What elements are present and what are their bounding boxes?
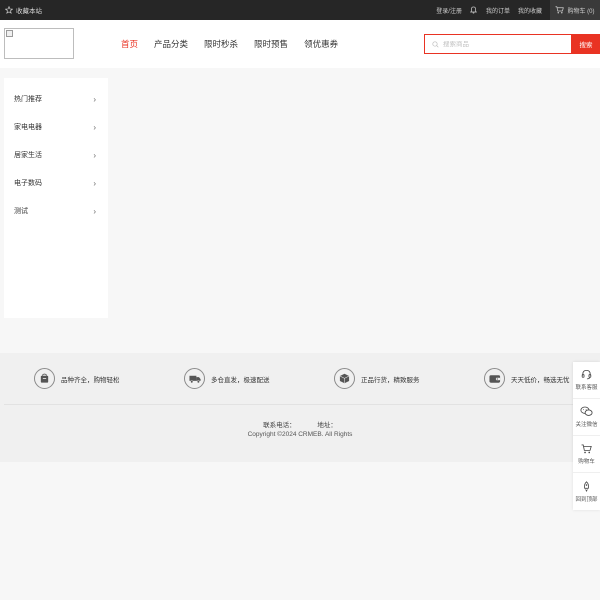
category-label: 居家生活 bbox=[14, 152, 42, 159]
contact-address-label: 地址： bbox=[317, 422, 337, 429]
box-icon bbox=[334, 368, 355, 389]
wechat-icon bbox=[580, 406, 593, 416]
float-cart-button[interactable]: 购物车 bbox=[573, 436, 600, 473]
search-box bbox=[424, 34, 572, 54]
top-links: 登录/注册 我的订单 我的收藏 购物车 (0) bbox=[436, 0, 600, 20]
favorite-site-label: 收藏本站 bbox=[16, 8, 42, 15]
chevron-right-icon: › bbox=[93, 122, 96, 132]
my-orders-link[interactable]: 我的订单 bbox=[486, 6, 510, 15]
headset-icon bbox=[581, 369, 592, 380]
chevron-right-icon: › bbox=[93, 178, 96, 188]
search-button[interactable]: 搜索 bbox=[572, 34, 600, 54]
footer-contact: 联系电话： 地址： bbox=[0, 419, 600, 429]
follow-wechat-button[interactable]: 关注微信 bbox=[573, 399, 600, 436]
service-label: 天天低价，畅选无忧 bbox=[511, 376, 570, 384]
customer-service-button[interactable]: 联系客服 bbox=[573, 362, 600, 399]
floating-toolbar: 联系客服 关注微信 购物车 回到顶部 bbox=[573, 362, 600, 510]
nav-item-categories[interactable]: 产品分类 bbox=[154, 38, 188, 50]
star-icon bbox=[5, 6, 13, 14]
float-label: 回到顶部 bbox=[575, 496, 598, 503]
service-item: 天天低价，畅选无忧 bbox=[484, 368, 570, 389]
copyright-text: Copyright ©2024 CRMEB. All Rights bbox=[247, 431, 353, 438]
search-input[interactable] bbox=[443, 40, 563, 48]
nav-item-home[interactable]: 首页 bbox=[121, 38, 138, 50]
broken-image-icon bbox=[6, 30, 13, 37]
category-sidebar: 热门推荐 › 家电电器 › 居家生活 › 电子数码 › 测试 › bbox=[4, 78, 108, 318]
cart-icon bbox=[555, 6, 565, 14]
category-item-hot[interactable]: 热门推荐 › bbox=[4, 85, 108, 113]
float-label: 购物车 bbox=[578, 458, 595, 465]
category-label: 家电电器 bbox=[14, 124, 42, 131]
service-label: 正品行货，精致服务 bbox=[361, 376, 420, 384]
rocket-icon bbox=[584, 480, 589, 492]
chevron-right-icon: › bbox=[93, 94, 96, 104]
my-collection-link[interactable]: 我的收藏 bbox=[518, 6, 542, 15]
nav-item-flash-sale[interactable]: 限时秒杀 bbox=[204, 38, 238, 50]
footer: 联系电话： 地址： Copyright ©2024 CRMEB. All Rig… bbox=[0, 405, 600, 462]
chevron-right-icon: › bbox=[93, 150, 96, 160]
category-item-test[interactable]: 测试 › bbox=[4, 197, 108, 225]
top-bar: 收藏本站 登录/注册 我的订单 我的收藏 购物车 (0) bbox=[0, 0, 600, 20]
service-guarantees: 品种齐全，购物轻松 多仓直发，极速配送 正品行货，精致服务 天天低价，畅选无忧 bbox=[0, 353, 600, 405]
service-item: 多仓直发，极速配送 bbox=[184, 368, 270, 389]
float-label: 联系客服 bbox=[575, 385, 598, 391]
category-label: 测试 bbox=[14, 208, 28, 215]
service-label: 品种齐全，购物轻松 bbox=[61, 376, 120, 384]
category-item-home-living[interactable]: 居家生活 › bbox=[4, 141, 108, 169]
site-logo[interactable] bbox=[4, 28, 74, 59]
notification-bell-icon[interactable] bbox=[469, 6, 477, 14]
category-item-appliances[interactable]: 家电电器 › bbox=[4, 113, 108, 141]
service-label: 多仓直发，极速配送 bbox=[211, 376, 270, 384]
contact-phone-label: 联系电话： bbox=[263, 422, 296, 429]
category-item-electronics[interactable]: 电子数码 › bbox=[4, 169, 108, 197]
chevron-right-icon: › bbox=[93, 206, 96, 216]
back-to-top-button[interactable]: 回到顶部 bbox=[573, 473, 600, 510]
service-item: 正品行货，精致服务 bbox=[334, 368, 420, 389]
category-label: 热门推荐 bbox=[14, 96, 42, 103]
category-label: 电子数码 bbox=[14, 180, 42, 187]
bag-icon bbox=[34, 368, 55, 389]
wallet-icon bbox=[484, 368, 505, 389]
login-register-link[interactable]: 登录/注册 bbox=[436, 6, 462, 15]
float-label: 关注微信 bbox=[575, 422, 598, 428]
main-header: 首页 产品分类 限时秒杀 限时预售 领优惠券 搜索 bbox=[0, 20, 600, 68]
search-bar: 搜索 bbox=[424, 34, 600, 54]
truck-icon bbox=[184, 368, 205, 389]
top-cart-button[interactable]: 购物车 (0) bbox=[550, 0, 600, 20]
nav-item-coupons[interactable]: 领优惠券 bbox=[304, 38, 338, 50]
nav-item-presale[interactable]: 限时预售 bbox=[254, 38, 288, 50]
main-nav: 首页 产品分类 限时秒杀 限时预售 领优惠券 bbox=[121, 20, 338, 68]
service-item: 品种齐全，购物轻松 bbox=[34, 368, 120, 389]
search-icon bbox=[432, 40, 439, 48]
favorite-site-link[interactable]: 收藏本站 bbox=[5, 0, 42, 20]
top-cart-label: 购物车 (0) bbox=[567, 8, 595, 15]
cart-icon bbox=[581, 444, 592, 453]
